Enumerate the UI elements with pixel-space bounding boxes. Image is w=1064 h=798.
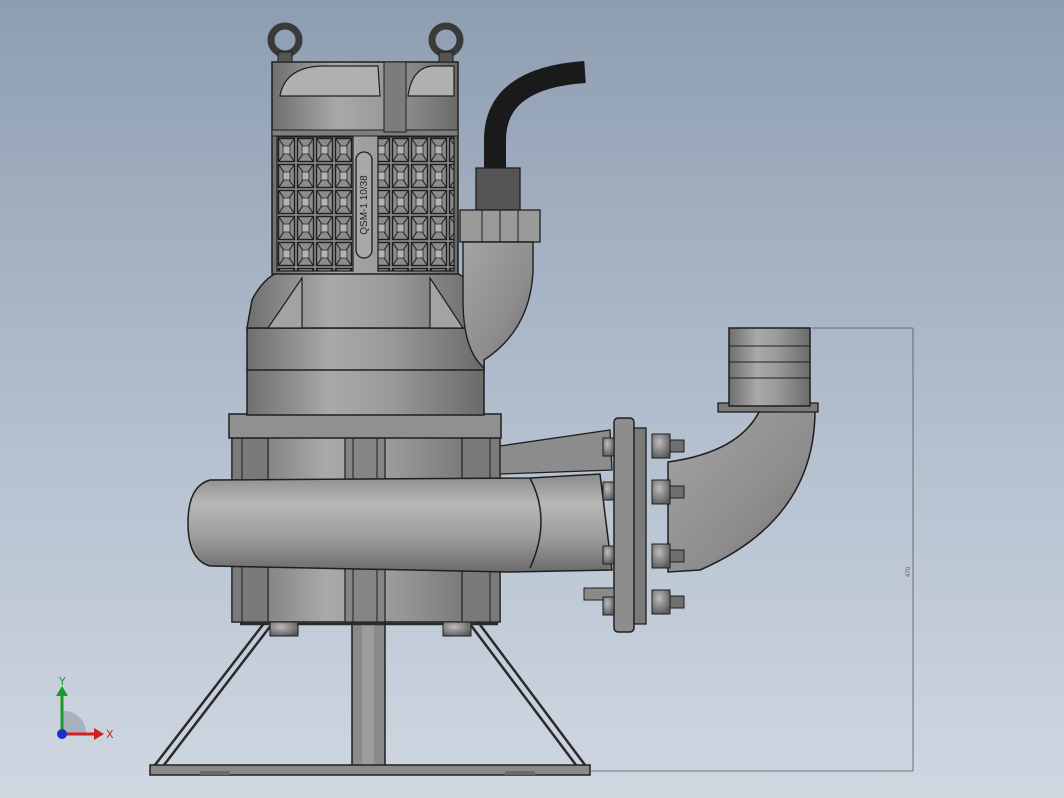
base-stand xyxy=(149,619,591,776)
dimension-value: 470 xyxy=(906,566,912,577)
lifting-eye-right-icon xyxy=(428,22,464,63)
motor-housing xyxy=(228,271,502,439)
z-axis-dot-icon xyxy=(57,729,67,739)
motor-cooling-jacket xyxy=(271,61,459,275)
power-cable xyxy=(459,61,586,370)
orientation-triad[interactable]: Y X xyxy=(50,676,120,746)
cad-viewport[interactable]: QSM-1 10/38 470 xyxy=(0,0,1064,798)
triad-y-label: Y xyxy=(58,676,66,688)
triad-x-label: X xyxy=(106,728,114,741)
lifting-eye-left-icon xyxy=(267,22,303,63)
nameplate-text: QSM-1 10/38 xyxy=(359,175,370,235)
